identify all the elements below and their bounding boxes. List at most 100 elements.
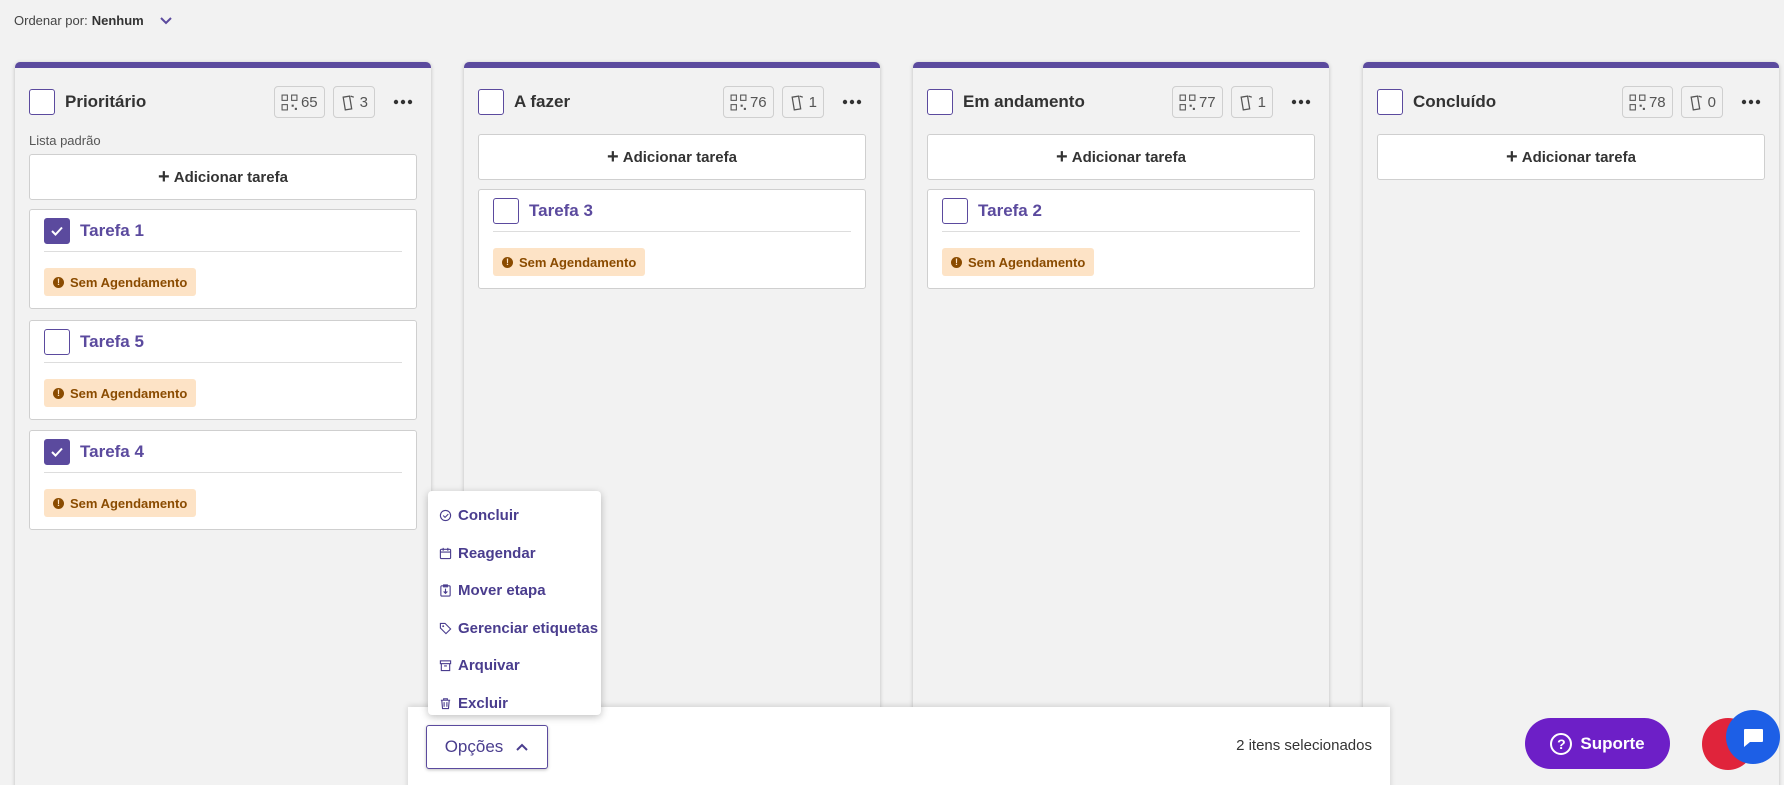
check-icon [51,447,63,457]
column-title: Prioritário [65,92,147,111]
menu-item-excluir[interactable]: Excluir [428,685,601,723]
task-card-header: Tarefa 4 [44,431,402,473]
menu-item-gerenciar-etiquetas[interactable]: Gerenciar etiquetas [428,610,601,648]
qr-counter: 78 [1621,86,1673,118]
column-header: Prioritário 65 3 [29,86,417,118]
status-badge-label: Sem Agendamento [968,254,1086,270]
column-select-checkbox[interactable] [927,89,953,115]
qr-count: 65 [300,93,318,111]
tag-icon [439,622,452,635]
menu-item-mover-etapa[interactable]: Mover etapa [428,572,601,610]
column-select-checkbox[interactable] [29,89,55,115]
column-subtitle: Lista padrão [29,133,101,148]
more-options-icon[interactable] [1287,88,1315,116]
cards-icon [342,94,354,111]
column-prioritario: Prioritário 65 3 Lista padrão + Adiciona… [15,62,431,785]
task-checkbox[interactable] [44,438,70,465]
status-badge: ! Sem Agendamento [44,268,197,296]
cards-count: 0 [1707,93,1716,111]
sort-value: Nenhum [91,12,144,28]
more-options-icon[interactable] [838,88,866,116]
selected-count: 2 itens selecionados [1236,737,1372,754]
alert-icon: ! [502,256,513,268]
column-header: Concluído 78 0 [1377,86,1765,118]
more-options-icon[interactable] [1737,88,1765,116]
column-concluido: Concluído 78 0 + Adicionar tarefa [1363,62,1779,785]
chevron-down-icon [159,17,172,25]
task-name[interactable]: Tarefa 1 [80,221,144,241]
qr-code-icon [1179,94,1196,110]
menu-item-arquivar[interactable]: Arquivar [428,647,601,685]
qr-code-icon [281,94,298,110]
status-badge: ! Sem Agendamento [942,248,1095,276]
alert-icon: ! [53,276,64,288]
task-checkbox[interactable] [44,328,70,355]
qr-count: 78 [1648,93,1666,111]
cards-count: 1 [808,93,817,111]
alert-icon: ! [53,497,64,509]
task-checkbox[interactable] [942,197,968,224]
task-card[interactable]: Tarefa 1 ! Sem Agendamento [29,209,417,309]
task-card[interactable]: Tarefa 2 ! Sem Agendamento [927,189,1315,289]
cards-count: 1 [1257,93,1266,111]
menu-item-label: Gerenciar etiquetas [458,619,599,637]
task-card[interactable]: Tarefa 4 ! Sem Agendamento [29,430,417,530]
task-card-header: Tarefa 2 [942,190,1300,232]
qr-counter: 65 [273,86,325,118]
cards-icon [1240,94,1252,111]
column-header: A fazer 76 1 [478,86,866,118]
plus-icon: + [158,166,170,188]
status-badge: ! Sem Agendamento [44,379,197,407]
task-checkbox[interactable] [493,197,519,224]
task-name[interactable]: Tarefa 5 [80,332,144,352]
options-label: Opções [444,737,504,756]
column-select-checkbox[interactable] [1377,89,1403,115]
cards-counter: 1 [781,86,824,118]
chat-button[interactable] [1726,710,1780,764]
add-task-button[interactable]: + Adicionar tarefa [1377,134,1765,180]
task-name[interactable]: Tarefa 2 [978,201,1042,221]
qr-counter: 76 [722,86,774,118]
menu-item-reagendar[interactable]: Reagendar [428,535,601,573]
sort-control[interactable]: Ordenar por: Nenhum [14,12,174,28]
cards-counter: 0 [1680,86,1723,118]
options-button[interactable]: Opções [426,725,548,769]
cards-count: 3 [359,93,368,111]
column-title: Em andamento [963,92,1085,111]
clipboard-move-icon [440,584,451,597]
task-card[interactable]: Tarefa 3 ! Sem Agendamento [478,189,866,289]
calendar-icon [439,547,452,559]
task-checkbox[interactable] [44,217,70,244]
chevron-up-icon [516,743,529,751]
archive-icon [439,660,452,672]
task-card[interactable]: Tarefa 5 ! Sem Agendamento [29,320,417,420]
plus-icon: + [1056,146,1068,168]
task-name[interactable]: Tarefa 4 [80,442,144,462]
add-task-label: Adicionar tarefa [173,168,288,186]
task-card-header: Tarefa 1 [44,210,402,252]
column-title: Concluído [1413,92,1497,111]
menu-item-concluir[interactable]: Concluir [428,497,601,535]
cards-icon [1690,94,1702,111]
support-label: Suporte [1580,733,1645,753]
add-task-button[interactable]: + Adicionar tarefa [927,134,1315,180]
chat-bubble-icon [1744,729,1763,747]
cards-counter: 1 [1230,86,1273,118]
column-select-checkbox[interactable] [478,89,504,115]
cards-counter: 3 [332,86,375,118]
status-badge-label: Sem Agendamento [70,495,188,511]
column-header: Em andamento 77 1 [927,86,1315,118]
menu-item-label: Arquivar [458,657,520,675]
add-task-label: Adicionar tarefa [622,148,737,166]
trash-icon [440,698,451,709]
task-name[interactable]: Tarefa 3 [529,201,593,221]
more-options-icon[interactable] [389,88,417,116]
cards-icon [791,94,803,111]
add-task-button[interactable]: + Adicionar tarefa [29,154,417,200]
menu-item-label: Reagendar [458,544,536,562]
status-badge-label: Sem Agendamento [70,274,188,290]
check-icon [51,226,63,236]
add-task-button[interactable]: + Adicionar tarefa [478,134,866,180]
support-button[interactable]: ? Suporte [1525,718,1670,769]
help-icon: ? [1550,732,1573,755]
